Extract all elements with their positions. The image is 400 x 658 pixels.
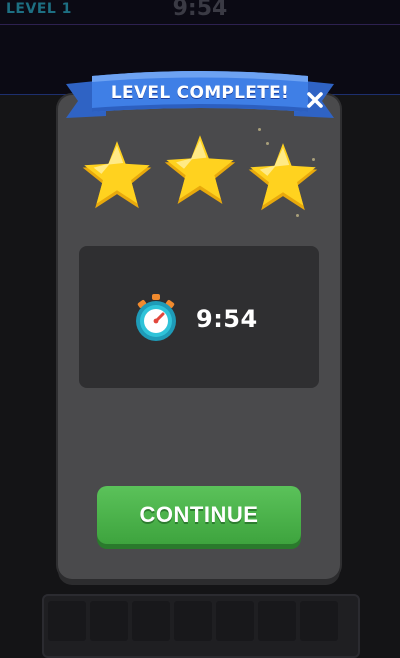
title-ribbon: LEVEL COMPLETE! [62, 66, 338, 126]
board-cell [216, 601, 254, 641]
board-cell [48, 601, 86, 641]
hud-divider [0, 24, 400, 25]
continue-button[interactable]: CONTINUE [97, 486, 301, 544]
star-icon [248, 143, 318, 211]
board-cell [132, 601, 170, 641]
close-icon [307, 92, 323, 108]
board-cell [300, 601, 338, 641]
star-icon [164, 135, 236, 204]
star-rating [78, 135, 322, 230]
dialog-title: LEVEL COMPLETE! [110, 83, 290, 103]
sparkle-decoration [258, 128, 261, 131]
star-icon [82, 141, 152, 209]
hud-timer: 9:54 [172, 0, 228, 21]
board-cell [174, 601, 212, 641]
board-cell [258, 601, 296, 641]
stopwatch-icon [136, 294, 176, 341]
continue-label: CONTINUE [139, 502, 259, 527]
completion-time: 9:54 [196, 305, 258, 333]
board-cell [90, 601, 128, 641]
close-button[interactable] [303, 88, 327, 112]
board-cells [48, 601, 338, 641]
